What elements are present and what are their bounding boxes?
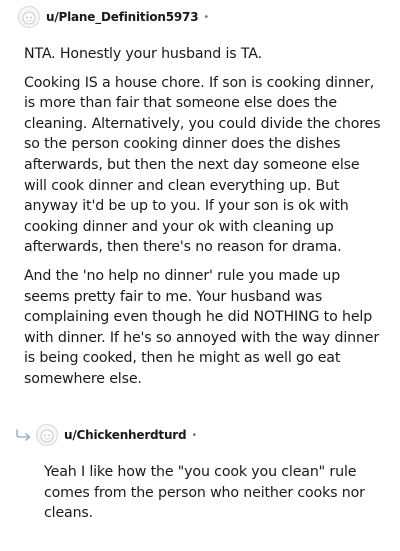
separator-dot: • [191, 429, 198, 441]
reply-username[interactable]: u/Chickenherdturd [64, 428, 187, 442]
comment-paragraph: NTA. Honestly your husband is TA. [24, 46, 262, 62]
reply-body: Yeah I like how the "you cook you clean"… [44, 462, 384, 524]
snoo-avatar-icon [40, 429, 54, 443]
comment-body: NTA. Honestly your husband is TA. Cookin… [24, 44, 384, 398]
comment-username[interactable]: u/Plane_Definition5973 [46, 10, 199, 24]
snoo-avatar-icon [22, 11, 36, 25]
comment-header: u/Plane_Definition5973 • [18, 5, 209, 29]
comment-paragraph: And the 'no help no dinner' rule you mad… [24, 267, 380, 387]
comment-paragraph: Cooking IS a house chore. If son is cook… [24, 74, 381, 256]
avatar[interactable] [36, 424, 58, 446]
reply-paragraph: Yeah I like how the "you cook you clean"… [44, 464, 365, 522]
reply-arrow-icon [14, 427, 34, 443]
separator-dot: • [203, 11, 210, 23]
avatar[interactable] [18, 6, 40, 28]
reply-header: u/Chickenherdturd • [14, 423, 197, 447]
